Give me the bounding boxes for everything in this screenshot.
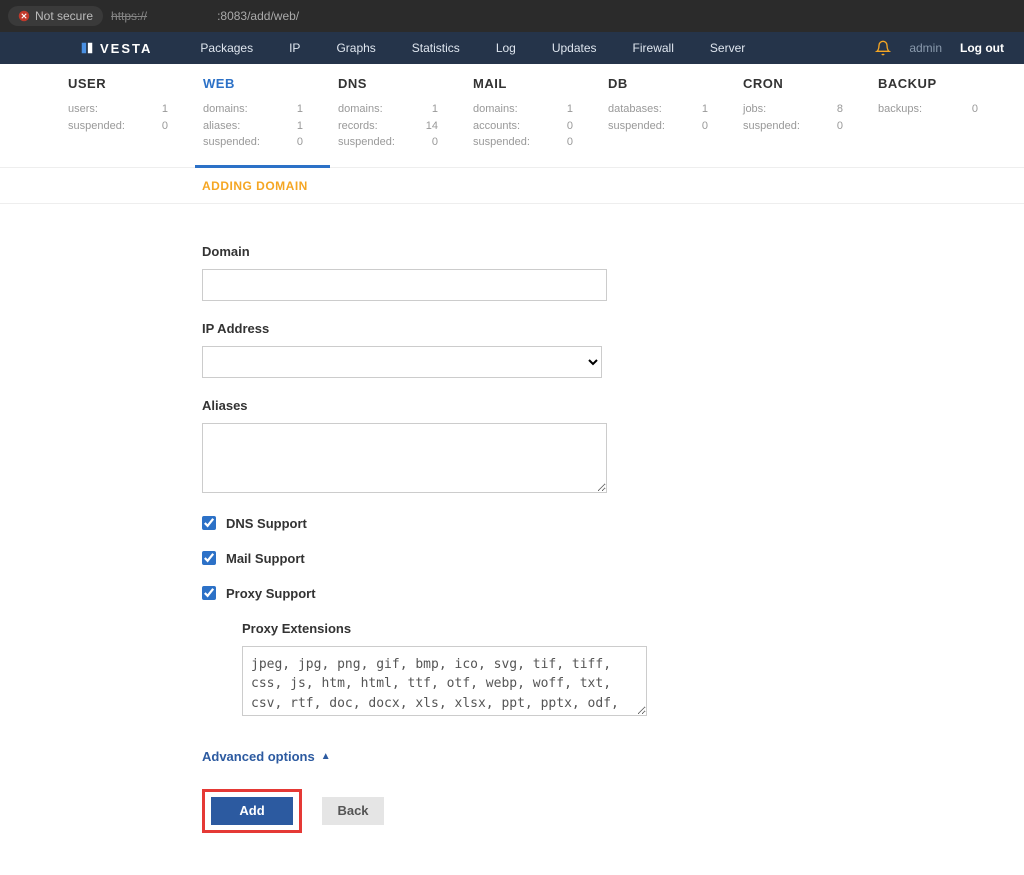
stat-row: suspended:0 (743, 118, 843, 135)
notifications-icon[interactable] (875, 40, 891, 56)
topnav-link-packages[interactable]: Packages (182, 41, 271, 55)
warning-icon (18, 10, 30, 22)
top-navigation: VESTA PackagesIPGraphsStatisticsLogUpdat… (0, 32, 1024, 64)
dns-support-checkbox[interactable] (202, 516, 216, 530)
topnav-link-server[interactable]: Server (692, 41, 763, 55)
dns-support-row: DNS Support (202, 516, 640, 531)
tab-title: USER (68, 76, 187, 91)
proxy-extensions-label: Proxy Extensions (242, 621, 640, 636)
tab-user[interactable]: USER users:1suspended:0 (60, 64, 195, 167)
tab-stats: users:1suspended:0 (68, 101, 187, 134)
stat-row: suspended:0 (608, 118, 708, 135)
aliases-label: Aliases (202, 398, 640, 413)
dns-support-label: DNS Support (226, 516, 307, 531)
back-button[interactable]: Back (322, 797, 384, 825)
tab-stats: domains:1aliases:1suspended:0 (203, 101, 322, 151)
tab-backup[interactable]: BACKUP backups:0 (870, 64, 1005, 167)
add-domain-form: Domain IP Address Aliases DNS Support Ma… (0, 204, 640, 873)
advanced-options-toggle[interactable]: Advanced options ▲ (202, 749, 331, 764)
vesta-logo-icon (80, 41, 94, 55)
topnav-links: PackagesIPGraphsStatisticsLogUpdatesFire… (182, 41, 763, 55)
stat-row: users:1 (68, 101, 168, 118)
stat-row: accounts:0 (473, 118, 573, 135)
tab-web[interactable]: WEB domains:1aliases:1suspended:0 (195, 64, 330, 168)
tab-dns[interactable]: DNS domains:1records:14suspended:0 (330, 64, 465, 167)
browser-address-bar: Not secure https://:8083/add/web/ (0, 0, 1024, 32)
tab-stats: databases:1suspended:0 (608, 101, 727, 134)
url-display: https://:8083/add/web/ (111, 9, 299, 23)
highlight-box: Add (202, 789, 302, 833)
form-buttons: Add Back (202, 789, 640, 833)
aliases-input[interactable] (202, 423, 607, 493)
stat-row: records:14 (338, 118, 438, 135)
stat-row: databases:1 (608, 101, 708, 118)
not-secure-badge: Not secure (8, 6, 103, 26)
topnav-link-log[interactable]: Log (478, 41, 534, 55)
mail-support-row: Mail Support (202, 551, 640, 566)
stat-row: jobs:8 (743, 101, 843, 118)
stat-row: aliases:1 (203, 118, 303, 135)
user-link[interactable]: admin (909, 41, 942, 55)
stat-row: suspended:0 (473, 134, 573, 151)
domain-label: Domain (202, 244, 640, 259)
aliases-field: Aliases (202, 398, 640, 496)
logo[interactable]: VESTA (80, 41, 152, 56)
topnav-link-statistics[interactable]: Statistics (394, 41, 478, 55)
stat-row: suspended:0 (203, 134, 303, 151)
subheader-label: ADDING DOMAIN (202, 179, 308, 193)
topnav-link-graphs[interactable]: Graphs (318, 41, 393, 55)
topnav-link-ip[interactable]: IP (271, 41, 318, 55)
mail-support-label: Mail Support (226, 551, 305, 566)
tab-db[interactable]: DB databases:1suspended:0 (600, 64, 735, 167)
stat-row: domains:1 (338, 101, 438, 118)
tab-cron[interactable]: CRON jobs:8suspended:0 (735, 64, 870, 167)
ip-label: IP Address (202, 321, 640, 336)
topnav-right: admin Log out (875, 40, 1004, 56)
tab-title: DB (608, 76, 727, 91)
tab-mail[interactable]: MAIL domains:1accounts:0suspended:0 (465, 64, 600, 167)
domain-field: Domain (202, 244, 640, 301)
proxy-support-checkbox[interactable] (202, 586, 216, 600)
tab-stats: domains:1records:14suspended:0 (338, 101, 457, 151)
proxy-support-label: Proxy Support (226, 586, 316, 601)
caret-up-icon: ▲ (321, 751, 331, 762)
tab-title: CRON (743, 76, 862, 91)
tab-title: MAIL (473, 76, 592, 91)
stat-row: domains:1 (473, 101, 573, 118)
main-tabs: USERusers:1suspended:0WEBdomains:1aliase… (0, 64, 1024, 168)
tab-title: WEB (203, 76, 322, 91)
advanced-options-label: Advanced options (202, 749, 315, 764)
ip-field: IP Address (202, 321, 640, 378)
tab-title: BACKUP (878, 76, 997, 91)
ip-select[interactable] (202, 346, 602, 378)
mail-support-checkbox[interactable] (202, 551, 216, 565)
proxy-support-row: Proxy Support (202, 586, 640, 601)
subheader: ADDING DOMAIN (0, 168, 1024, 204)
stat-row: backups:0 (878, 101, 978, 118)
tab-stats: jobs:8suspended:0 (743, 101, 862, 134)
stat-row: suspended:0 (338, 134, 438, 151)
stat-row: domains:1 (203, 101, 303, 118)
tab-stats: domains:1accounts:0suspended:0 (473, 101, 592, 151)
topnav-link-firewall[interactable]: Firewall (615, 41, 692, 55)
tab-title: DNS (338, 76, 457, 91)
proxy-extensions-input[interactable] (242, 646, 647, 716)
topnav-link-updates[interactable]: Updates (534, 41, 615, 55)
proxy-extensions-field: Proxy Extensions (242, 621, 640, 719)
tab-stats: backups:0 (878, 101, 997, 118)
logo-text: VESTA (100, 41, 152, 56)
add-button[interactable]: Add (211, 797, 293, 825)
stat-row: suspended:0 (68, 118, 168, 135)
domain-input[interactable] (202, 269, 607, 301)
logout-link[interactable]: Log out (960, 41, 1004, 55)
not-secure-text: Not secure (35, 9, 93, 23)
